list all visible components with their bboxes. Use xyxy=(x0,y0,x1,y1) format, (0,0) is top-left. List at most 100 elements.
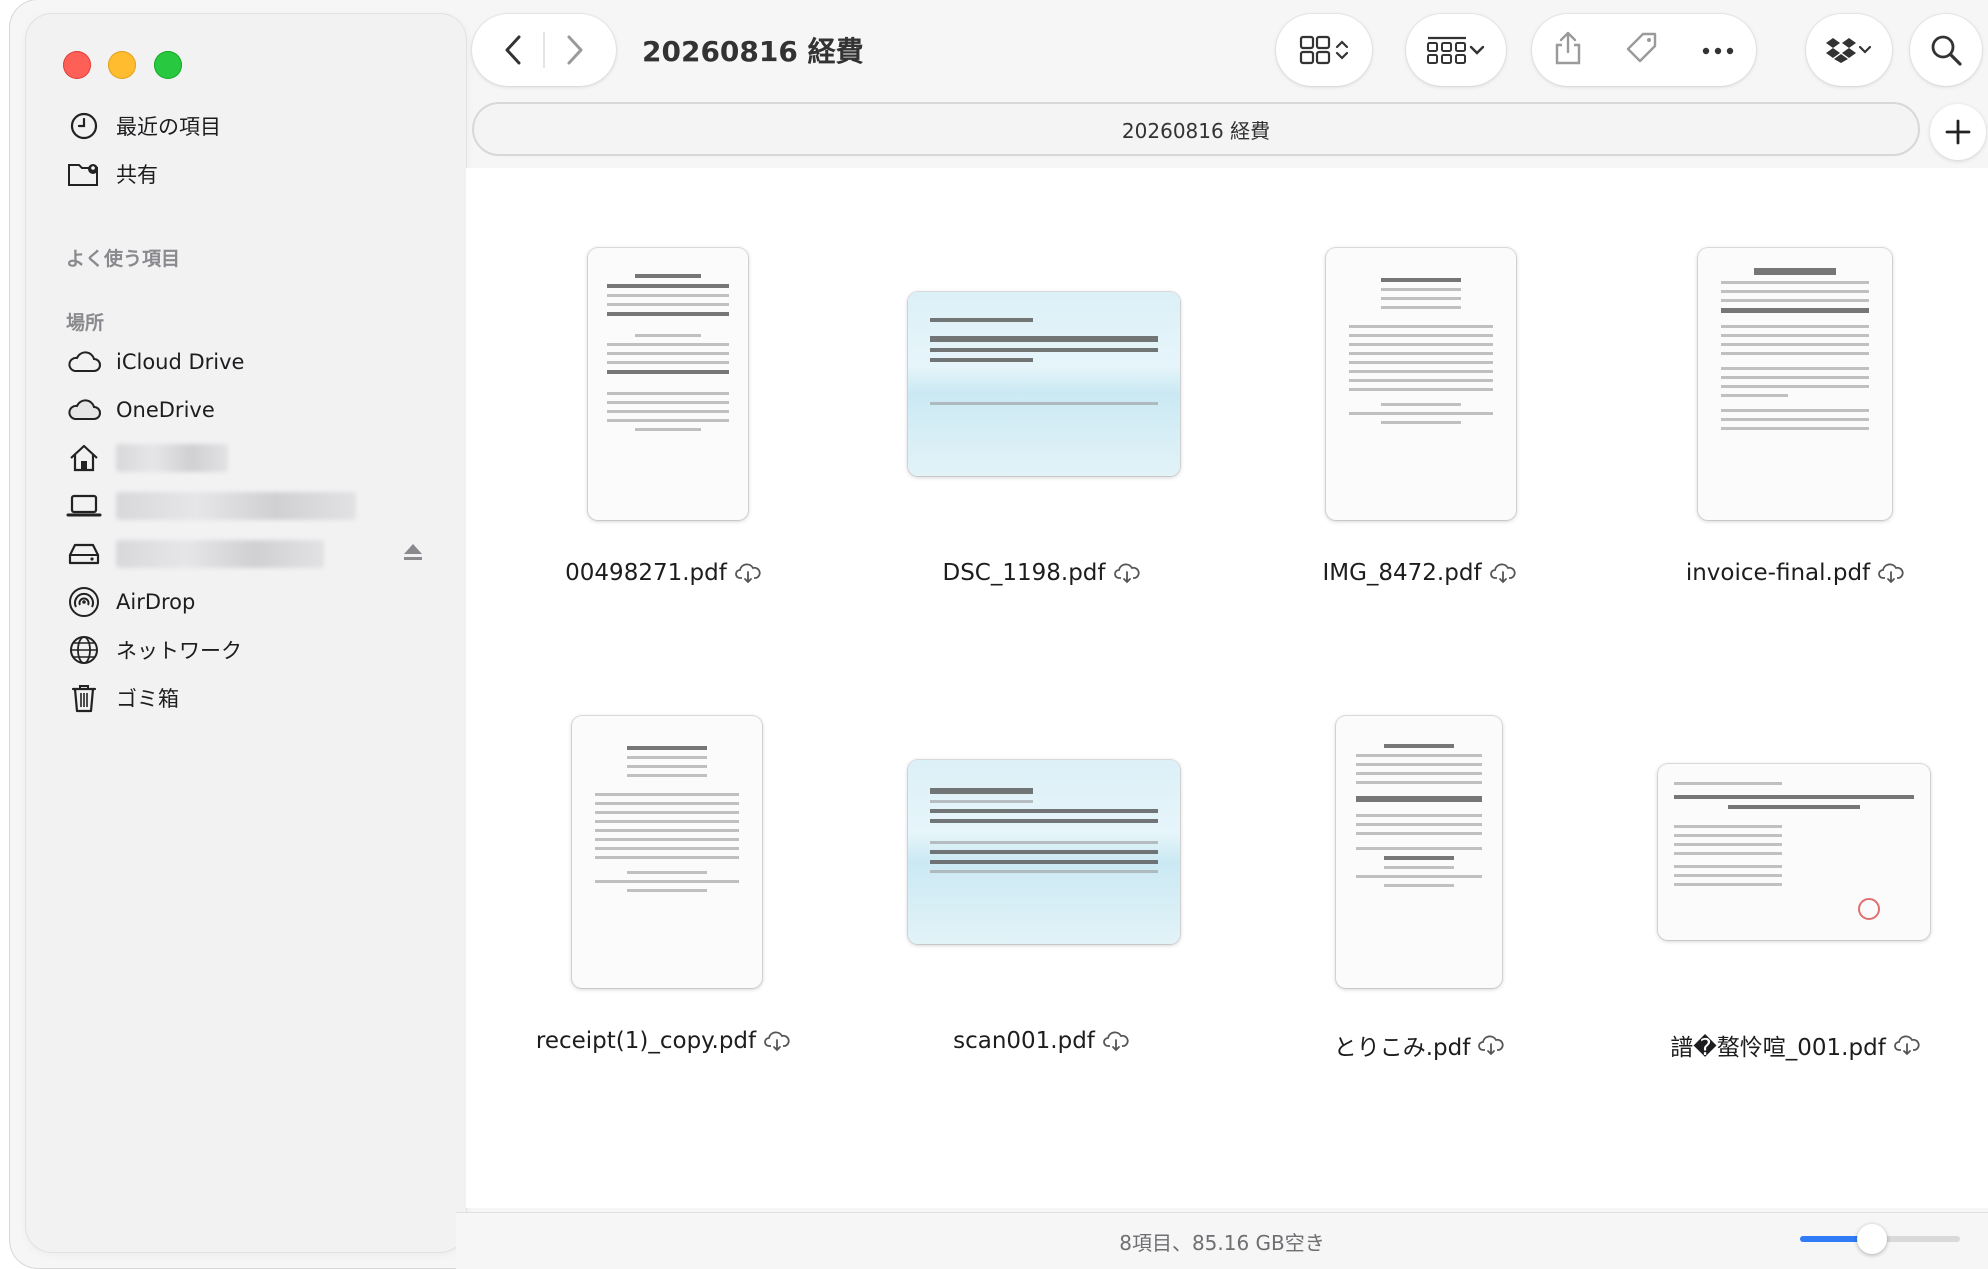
trash-icon xyxy=(66,680,102,716)
cloud-download-icon[interactable] xyxy=(1113,562,1140,584)
back-button[interactable] xyxy=(483,34,543,66)
sidebar-item-label: AirDrop xyxy=(116,590,196,614)
file-item[interactable]: receipt(1)_copy.pdf xyxy=(478,708,848,1068)
airdrop-icon xyxy=(66,584,102,620)
file-item[interactable]: DSC_1198.pdf xyxy=(856,240,1226,600)
close-button[interactable] xyxy=(63,51,91,79)
pdf-thumbnail xyxy=(1336,716,1502,988)
group-grid-icon xyxy=(1427,36,1466,64)
forward-button[interactable] xyxy=(545,34,605,66)
file-name: IMG_8472.pdf xyxy=(1234,560,1604,586)
chevron-right-icon xyxy=(567,35,583,65)
sidebar-item-network[interactable]: ネットワーク xyxy=(66,628,446,672)
file-name: とりこみ.pdf xyxy=(1234,1028,1604,1062)
sidebar-item-label: 最近の項目 xyxy=(116,115,221,139)
network-globe-icon xyxy=(66,632,102,668)
sidebar-item-onedrive[interactable]: OneDrive xyxy=(66,388,446,432)
share-button[interactable] xyxy=(1553,30,1583,70)
sidebar-item-shared[interactable]: 共有 xyxy=(66,152,446,196)
sidebar-item-computer[interactable] xyxy=(66,484,446,528)
search-icon xyxy=(1931,35,1962,66)
zoom-button[interactable] xyxy=(154,51,182,79)
file-item[interactable]: 譜�螯怜喧_001.pdf xyxy=(1610,708,1980,1068)
redacted-home-label xyxy=(116,444,228,472)
cloud-download-icon[interactable] xyxy=(764,1030,790,1052)
group-button[interactable] xyxy=(1406,14,1506,86)
cloud-download-icon[interactable] xyxy=(1893,1034,1920,1056)
cloud-icon xyxy=(66,392,102,428)
sidebar-item-trash[interactable]: ゴミ箱 xyxy=(66,676,446,720)
seal-stamp xyxy=(1858,898,1880,920)
tag-icon xyxy=(1626,32,1657,63)
chevron-left-icon xyxy=(505,35,521,65)
ellipsis-icon xyxy=(1703,47,1734,54)
navigation-buttons xyxy=(472,14,616,86)
sidebar-item-recents[interactable]: 最近の項目 xyxy=(66,104,446,148)
locations-header: 場所 xyxy=(66,312,105,334)
sidebar-item-label: 共有 xyxy=(116,163,158,187)
sidebar-item-icloud-drive[interactable]: iCloud Drive xyxy=(66,340,446,384)
shared-folder-icon xyxy=(66,156,102,192)
cloud-icon xyxy=(66,344,102,380)
cloud-download-icon[interactable] xyxy=(1478,1034,1504,1056)
favorites-header: よく使う項目 xyxy=(66,248,181,270)
file-item[interactable]: invoice-final.pdf xyxy=(1610,240,1980,600)
cloud-download-icon[interactable] xyxy=(1103,1030,1129,1052)
file-item[interactable]: とりこみ.pdf xyxy=(1234,708,1604,1068)
pdf-thumbnail xyxy=(1658,764,1930,940)
status-bar: 8項目、85.16 GB空き xyxy=(456,1212,1988,1269)
add-button[interactable] xyxy=(1930,104,1986,160)
chevron-down-icon xyxy=(1858,45,1872,54)
pdf-thumbnail xyxy=(1326,248,1516,520)
path-bar[interactable]: 20260816 経費 xyxy=(474,104,1918,154)
dropbox-button[interactable] xyxy=(1806,14,1892,86)
plus-icon xyxy=(1945,119,1971,145)
file-name: receipt(1)_copy.pdf xyxy=(478,1028,848,1054)
sidebar-item-drive[interactable] xyxy=(66,532,446,576)
window-title: 20260816 経費 xyxy=(642,35,864,68)
cloud-download-icon[interactable] xyxy=(1489,562,1516,584)
file-item[interactable]: scan001.pdf xyxy=(856,708,1226,1068)
sidebar: 最近の項目 共有 よく使う項目 場所 iCloud Drive OneDrive xyxy=(26,14,466,1252)
finder-window: 最近の項目 共有 よく使う項目 場所 iCloud Drive OneDrive xyxy=(10,0,1988,1268)
sidebar-item-label: ゴミ箱 xyxy=(116,687,179,711)
action-buttons xyxy=(1532,14,1756,86)
laptop-icon xyxy=(66,488,102,524)
file-name: 譜�螯怜喧_001.pdf xyxy=(1610,1028,1980,1062)
cloud-download-icon[interactable] xyxy=(734,562,761,584)
file-name: 00498271.pdf xyxy=(478,560,848,586)
file-name: DSC_1198.pdf xyxy=(856,560,1226,586)
pdf-thumbnail xyxy=(1698,248,1892,520)
sidebar-item-label: OneDrive xyxy=(116,398,215,422)
dropbox-icon xyxy=(1826,38,1856,63)
cloud-download-icon[interactable] xyxy=(1878,562,1904,584)
sidebar-item-label: ネットワーク xyxy=(116,639,242,663)
status-text: 8項目、85.16 GB空き xyxy=(1119,1231,1325,1255)
file-item[interactable]: 00498271.pdf xyxy=(478,240,848,600)
minimize-button[interactable] xyxy=(108,51,136,79)
file-item[interactable]: IMG_8472.pdf xyxy=(1234,240,1604,600)
home-icon xyxy=(66,440,102,476)
more-button[interactable] xyxy=(1701,41,1735,60)
pdf-thumbnail xyxy=(908,760,1180,944)
sidebar-item-label: iCloud Drive xyxy=(116,350,245,374)
up-down-chevron-icon xyxy=(1335,40,1349,60)
search-button[interactable] xyxy=(1910,14,1982,86)
eject-icon[interactable] xyxy=(402,542,424,567)
chevron-down-icon xyxy=(1469,45,1485,55)
pdf-thumbnail xyxy=(572,716,762,988)
share-icon xyxy=(1555,31,1580,65)
file-name: invoice-final.pdf xyxy=(1610,560,1980,586)
tag-button[interactable] xyxy=(1624,30,1660,70)
icon-size-slider-knob[interactable] xyxy=(1857,1224,1887,1254)
icon-view-grid-icon xyxy=(1299,35,1331,65)
pdf-thumbnail xyxy=(588,248,748,520)
sidebar-item-home[interactable] xyxy=(66,436,446,480)
sidebar-item-airdrop[interactable]: AirDrop xyxy=(66,580,446,624)
pdf-thumbnail xyxy=(908,292,1180,476)
drive-icon xyxy=(66,536,102,572)
path-label: 20260816 経費 xyxy=(1121,118,1271,143)
view-mode-button[interactable] xyxy=(1276,14,1372,86)
file-name: scan001.pdf xyxy=(856,1028,1226,1054)
redacted-drive-label xyxy=(116,540,324,568)
